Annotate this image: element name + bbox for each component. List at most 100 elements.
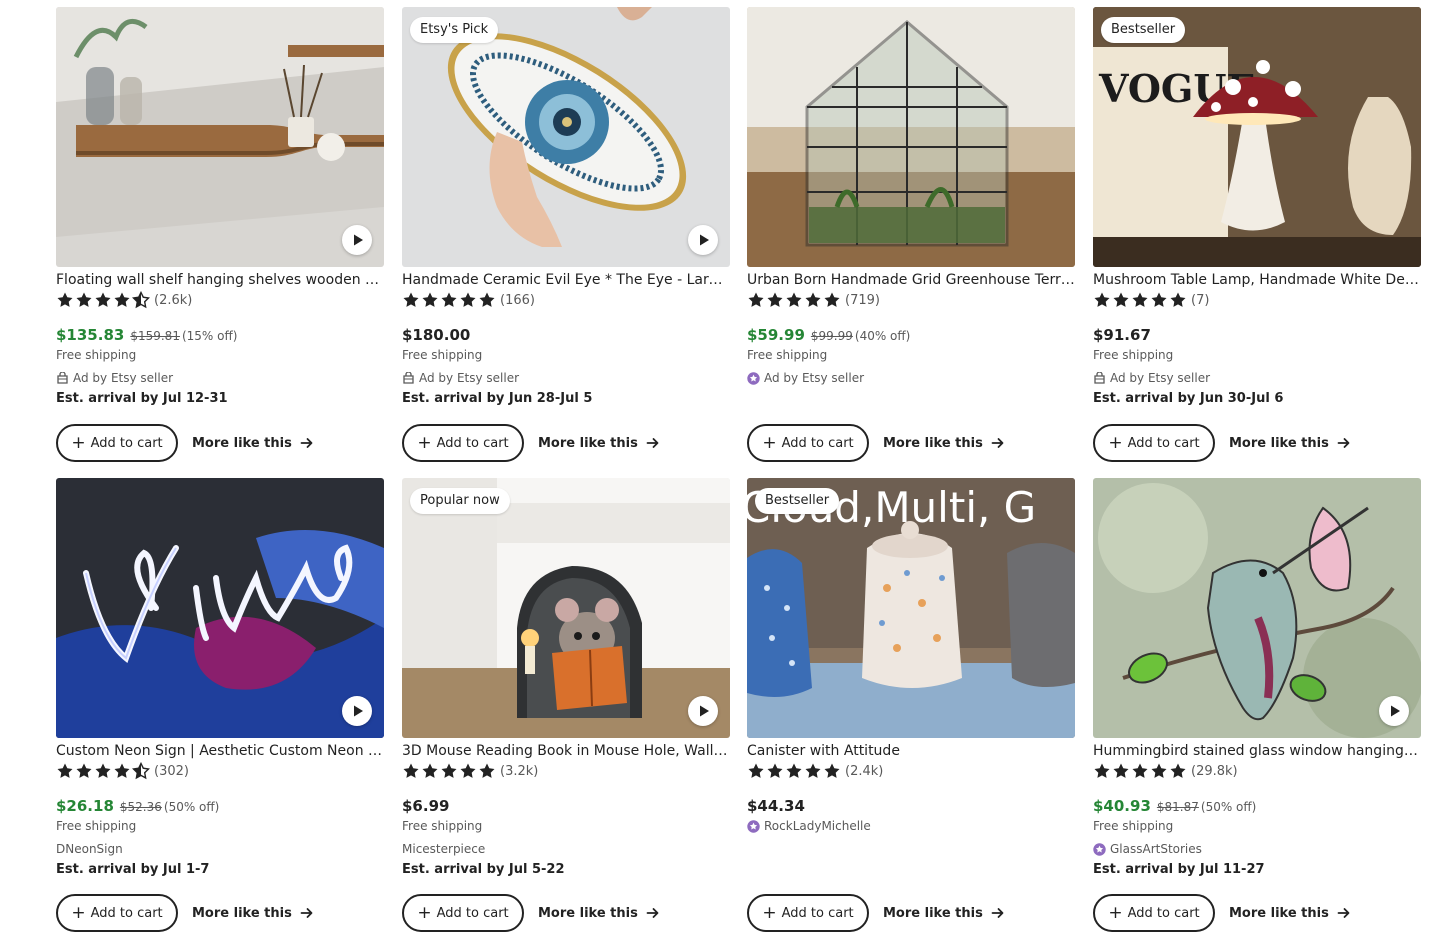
play-video-button[interactable] <box>688 696 718 726</box>
review-count: (7) <box>1191 292 1210 308</box>
listing-price: $180.00 <box>402 326 471 344</box>
shop-name[interactable]: RockLadyMichelle <box>747 817 871 835</box>
listing-title[interactable]: Floating wall shelf hanging shelves wood… <box>56 270 384 290</box>
star-icon <box>1170 292 1186 307</box>
star-icon <box>748 292 764 307</box>
add-to-cart-button[interactable]: + Add to cart <box>402 424 524 462</box>
review-count: (29.8k) <box>1191 763 1238 779</box>
add-to-cart-button[interactable]: + Add to cart <box>747 424 869 462</box>
more-like-this-link[interactable]: More like this <box>883 894 1005 932</box>
more-like-this-link[interactable]: More like this <box>883 424 1005 462</box>
listing-price: $6.99 <box>402 797 450 815</box>
more-like-this-link[interactable]: More like this <box>1229 424 1351 462</box>
play-video-button[interactable] <box>1379 696 1409 726</box>
star-icon <box>1132 763 1148 778</box>
more-like-this-link[interactable]: More like this <box>1229 894 1351 932</box>
more-like-this-label: More like this <box>192 905 292 921</box>
star-icon <box>786 292 802 307</box>
listing-image[interactable] <box>1093 478 1421 738</box>
free-shipping-label: Free shipping <box>747 348 828 362</box>
play-icon <box>700 234 709 246</box>
star-icon <box>1151 763 1167 778</box>
shop-name[interactable]: DNeonSign <box>56 840 123 858</box>
ad-label: Ad by Etsy seller <box>1093 369 1210 387</box>
listing-card[interactable]: Urban Born Handmade Grid Greenhouse Terr… <box>747 7 1075 472</box>
listing-image[interactable]: Etsy's Pick <box>402 7 730 267</box>
original-price: $81.87 <box>1156 800 1199 814</box>
listing-image[interactable]: Popular now <box>402 478 730 738</box>
more-like-this-link[interactable]: More like this <box>192 424 314 462</box>
star-icon <box>441 292 457 307</box>
ad-label: Ad by Etsy seller <box>56 369 173 387</box>
listing-badge: Bestseller <box>755 488 840 514</box>
plus-icon: + <box>1108 902 1123 923</box>
play-video-button[interactable] <box>688 225 718 255</box>
seller-text: Ad by Etsy seller <box>764 371 865 385</box>
listing-card[interactable]: Popular now 3D Mouse Reading Book in Mous… <box>402 478 730 943</box>
price-row: $40.93 $81.87 (50% off) <box>1093 797 1256 819</box>
listing-title[interactable]: Hummingbird stained glass window hanging… <box>1093 741 1421 761</box>
listing-image[interactable]: VOGUE Bestseller <box>1093 7 1421 267</box>
plus-icon: + <box>417 432 432 453</box>
price-row: $135.83 $159.81 (15% off) <box>56 326 237 348</box>
play-video-button[interactable] <box>342 696 372 726</box>
add-to-cart-button[interactable]: + Add to cart <box>1093 894 1215 932</box>
listing-card[interactable]: Etsy's Pick Handmade Ceramic Evil Eye * T… <box>402 7 730 472</box>
star-icon <box>786 763 802 778</box>
listing-card[interactable]: Cloud,Multi, G Bestseller Canister with At… <box>747 478 1075 943</box>
star-seller-icon <box>1093 842 1106 856</box>
arrow-right-icon <box>646 438 659 448</box>
ad-icon <box>1094 371 1105 384</box>
more-like-this-link[interactable]: More like this <box>538 894 660 932</box>
more-like-this-label: More like this <box>192 435 292 451</box>
star-icon <box>479 292 495 307</box>
listing-price: $26.18 <box>56 797 114 815</box>
rating: (2.4k) <box>747 762 883 780</box>
star-icon <box>76 292 92 307</box>
add-to-cart-button[interactable]: + Add to cart <box>402 894 524 932</box>
listing-title[interactable]: Urban Born Handmade Grid Greenhouse Terr… <box>747 270 1075 290</box>
original-price: $52.36 <box>119 800 162 814</box>
add-to-cart-button[interactable]: + Add to cart <box>747 894 869 932</box>
arrow-right-icon <box>646 908 659 918</box>
discount-label: (40% off) <box>854 329 911 343</box>
shop-name[interactable]: GlassArtStories <box>1093 840 1202 858</box>
arrow-right-icon <box>300 908 313 918</box>
listing-title[interactable]: 3D Mouse Reading Book in Mouse Hole, Wal… <box>402 741 730 761</box>
listing-card[interactable]: Floating wall shelf hanging shelves wood… <box>56 7 384 472</box>
star-icon <box>805 292 821 307</box>
plus-icon: + <box>1108 432 1123 453</box>
add-to-cart-label: Add to cart <box>436 905 509 921</box>
star-icon <box>1094 763 1110 778</box>
free-shipping-label: Free shipping <box>56 819 137 833</box>
listing-image[interactable] <box>56 7 384 267</box>
listing-title[interactable]: Handmade Ceramic Evil Eye * The Eye - La… <box>402 270 730 290</box>
star-icon <box>76 763 92 778</box>
add-to-cart-button[interactable]: + Add to cart <box>1093 424 1215 462</box>
arrow-right-icon <box>991 438 1004 448</box>
listing-title[interactable]: Canister with Attitude <box>747 741 1075 761</box>
listing-price: $59.99 <box>747 326 805 344</box>
more-like-this-link[interactable]: More like this <box>192 894 314 932</box>
estimated-arrival: Est. arrival by Jul 5-22 <box>402 862 565 877</box>
more-like-this-link[interactable]: More like this <box>538 424 660 462</box>
shop-name[interactable]: Micesterpiece <box>402 840 485 858</box>
listing-image[interactable] <box>747 7 1075 267</box>
add-to-cart-button[interactable]: + Add to cart <box>56 894 178 932</box>
listing-title[interactable]: Mushroom Table Lamp, Handmade White Desk… <box>1093 270 1421 290</box>
star-rating <box>56 762 150 780</box>
rating: (7) <box>1093 291 1209 309</box>
arrow-right-icon <box>991 908 1004 918</box>
listing-title[interactable]: Custom Neon Sign | Aesthetic Custom Neon… <box>56 741 384 761</box>
listing-card[interactable]: Custom Neon Sign | Aesthetic Custom Neon… <box>56 478 384 943</box>
listing-card[interactable]: VOGUE Bestseller Mushroom Table Lamp, Hand… <box>1093 7 1421 472</box>
star-icon <box>1113 763 1129 778</box>
star-rating <box>402 291 496 309</box>
more-like-this-label: More like this <box>1229 905 1329 921</box>
listing-card[interactable]: Hummingbird stained glass window hanging… <box>1093 478 1421 943</box>
play-video-button[interactable] <box>342 225 372 255</box>
listing-image[interactable]: Cloud,Multi, G Bestseller <box>747 478 1075 738</box>
star-icon <box>1170 763 1186 778</box>
add-to-cart-button[interactable]: + Add to cart <box>56 424 178 462</box>
listing-image[interactable] <box>56 478 384 738</box>
